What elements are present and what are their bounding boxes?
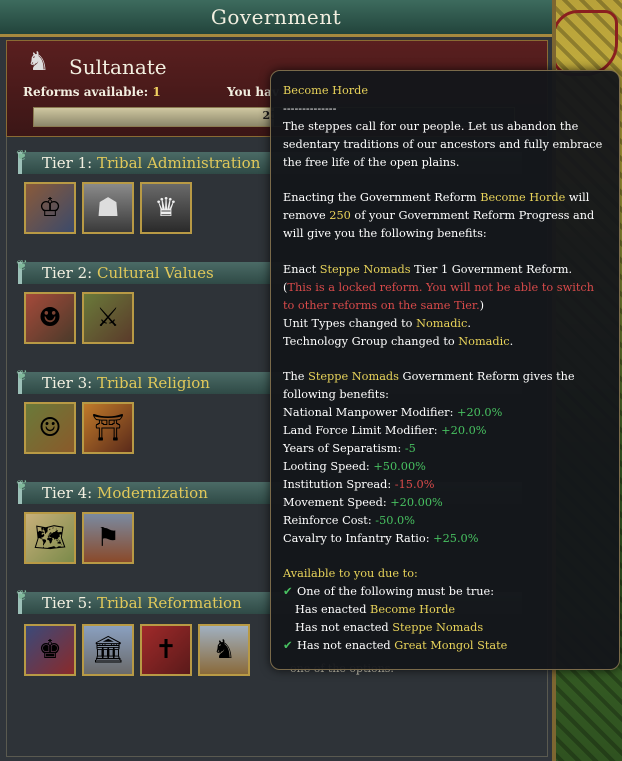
tier-label: Tier 1: [42,154,93,172]
reform-tooltip: Become Horde -------------- The steppes … [270,70,620,670]
panel-title-bar: Government [0,0,552,37]
tooltip-enact-reform: Enact Steppe Nomads Tier 1 Government Re… [283,263,573,277]
checkmark-icon: ✔ [283,639,293,653]
village-warriors-icon[interactable]: ⚔ [82,292,134,344]
temple-columns-icon[interactable]: 🏛 [82,624,134,676]
leaf-icon: ❦ [16,478,28,494]
temple-doorway-icon[interactable]: ⛩ [82,402,134,454]
tier-label: Tier 2: [42,264,93,282]
government-emblem-icon: ♞ [26,47,50,77]
panel-title: Government [210,5,342,29]
tooltip-unit-types: Unit Types changed to Nomadic. [283,316,471,330]
tier-name: Tribal Religion [97,374,210,392]
tier-3-reforms: ☺ ⛩ [24,402,134,454]
army-crowd-icon[interactable]: ⚑ [82,512,134,564]
cardinal-icon[interactable]: ✝ [140,624,192,676]
tier-5-reforms: ♚ 🏛 ✝ ♞ [24,624,250,676]
tooltip-locked-warning: (This is a locked reform. You will not b… [283,280,594,312]
tier-4-reforms: 🗺 ⚑ [24,512,134,564]
tooltip-gives-benefits: The Steppe Nomads Government Reform give… [283,370,575,402]
government-name: Sultanate [69,55,167,79]
tier-label: Tier 3: [42,374,93,392]
monks-icon[interactable]: ☗ [82,182,134,234]
tier-name: Cultural Values [97,264,214,282]
modifier-row: Cavalry to Infantry Ratio: +25.0% [283,531,479,545]
leaf-icon: ❦ [16,148,28,164]
tribal-mask-icon[interactable]: ☻ [24,292,76,344]
modifier-row: National Manpower Modifier: +20.0% [283,406,503,420]
checkmark-icon: ✔ [283,585,293,599]
tooltip-intro: The steppes call for our people. Let us … [283,119,603,169]
tooltip-title: Become Horde [283,84,369,97]
tooltip-modifiers: National Manpower Modifier: +20.0% Land … [283,404,607,547]
condition-row: Has not enacted Steppe Nomads [295,621,484,635]
old-map-icon[interactable]: 🗺 [24,512,76,564]
condition-row: Has enacted Become Horde [295,603,456,617]
tier-label: Tier 4: [42,484,93,502]
tooltip-enact-summary: Enacting the Government Reform Become Ho… [283,191,595,241]
tier-label: Tier 5: [42,594,93,612]
reforms-available-value: 1 [152,85,161,99]
tooltip-separator: -------------- [283,101,337,115]
modifier-row: Land Force Limit Modifier: +20.0% [283,424,487,438]
leaf-icon: ❦ [16,368,28,384]
condition-row: ✔ Has not enacted Great Mongol State [283,637,607,655]
tier-1-reforms: ♔ ☗ ♛ [24,182,192,234]
shaman-mask-icon[interactable]: ☺ [24,402,76,454]
golden-crown-icon[interactable]: ♛ [140,182,192,234]
modifier-row: Looting Speed: +50.00% [283,459,426,473]
tier-name: Tribal Administration [97,154,261,172]
modifier-row: Years of Separatism: -5 [283,442,416,456]
horsemen-icon[interactable]: ♞ [198,624,250,676]
reforms-available-label: Reforms available: [23,85,149,99]
modifier-row: Movement Speed: +20.00% [283,495,443,509]
tier-2-reforms: ☻ ⚔ [24,292,134,344]
tier-name: Tribal Reformation [97,594,242,612]
crowned-king-icon[interactable]: ♚ [24,624,76,676]
modifier-row: Reinforce Cost: -50.0% [283,513,415,527]
modifier-row: Institution Spread: -15.0% [283,477,435,491]
king-with-warriors-icon[interactable]: ♔ [24,182,76,234]
tier-name: Modernization [97,484,208,502]
tooltip-available-label: Available to you due to: [283,567,418,581]
map-border [552,10,618,76]
tooltip-tech-group: Technology Group changed to Nomadic. [283,334,514,348]
leaf-icon: ❦ [16,258,28,274]
reforms-available: Reforms available: 1 [23,85,161,99]
tooltip-one-of: ✔ One of the following must be true: [283,583,607,601]
leaf-icon: ❦ [16,588,28,604]
